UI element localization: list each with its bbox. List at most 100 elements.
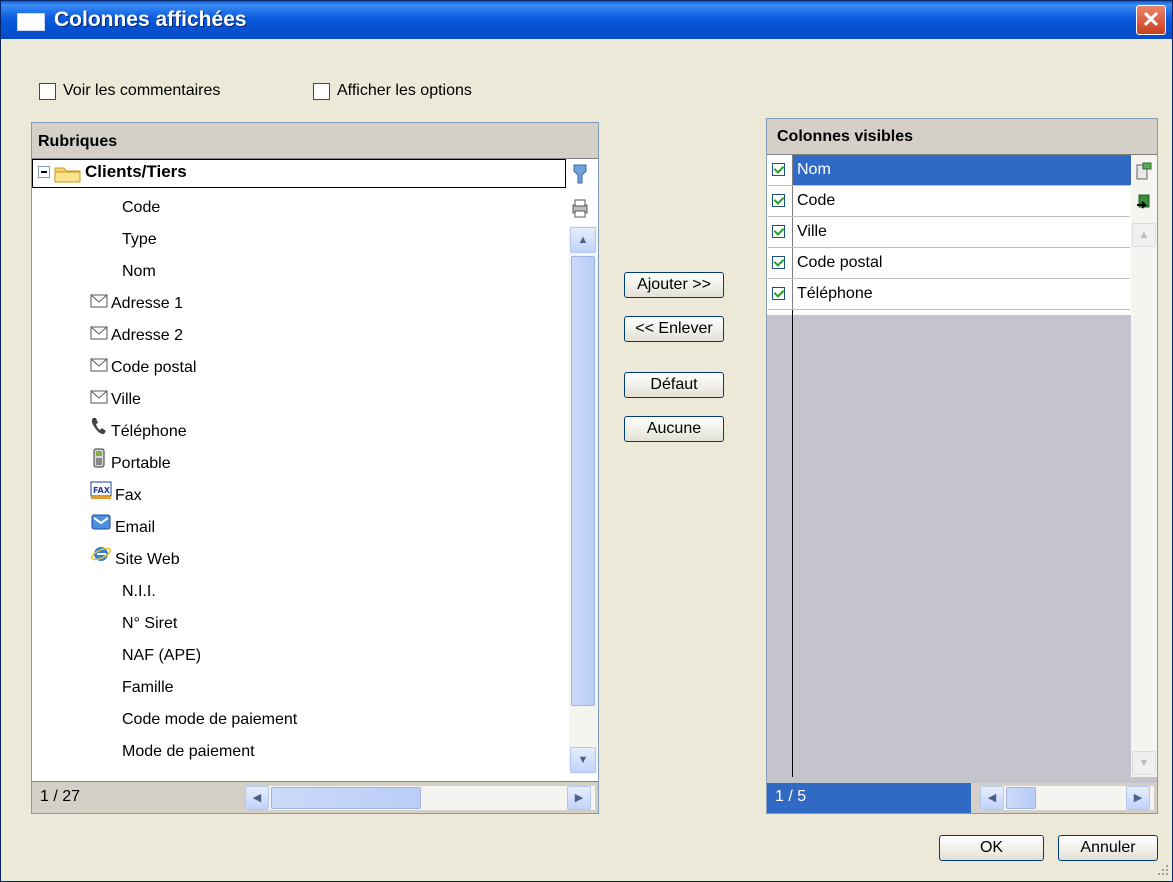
visibles-counter: 1 / 5 <box>775 788 807 805</box>
tree-item-label: Nom <box>122 263 156 280</box>
rubriques-panel: Rubriques Clients/Tiers Code Type Nom Ad… <box>31 122 599 814</box>
tree-item-code-postal[interactable]: Code postal <box>90 352 196 384</box>
tree-item-label: N.I.I. <box>122 583 156 600</box>
visible-label: Ville <box>792 217 827 247</box>
visible-row-telephone[interactable]: Téléphone <box>768 279 1130 310</box>
visibles-footer: 1 / 5 ◀ ▶ <box>767 783 1157 813</box>
collapse-icon[interactable] <box>38 166 50 178</box>
visible-label: Téléphone <box>792 279 873 309</box>
svg-text:FAX: FAX <box>93 486 111 495</box>
envelope-icon <box>90 352 108 384</box>
envelope-icon <box>90 288 108 320</box>
tree-item-label: Type <box>122 231 157 248</box>
rubriques-horizontal-scrollbar[interactable]: ◀ ▶ <box>245 786 595 810</box>
visible-label: Nom <box>792 155 1131 185</box>
visibles-horizontal-scrollbar[interactable]: ◀ ▶ <box>980 786 1154 810</box>
tree-root-row[interactable]: Clients/Tiers <box>32 159 566 188</box>
dialog-window: Colonnes affichées ✕ Voir les commentair… <box>0 0 1173 882</box>
visible-checkbox[interactable] <box>772 225 785 238</box>
tree-item-code[interactable]: Code <box>122 192 160 224</box>
scroll-thumb[interactable] <box>571 256 595 706</box>
folder-icon <box>54 165 82 188</box>
scroll-up-button-disabled: ▲ <box>1132 223 1156 247</box>
tree-item-email[interactable]: Email <box>90 512 155 544</box>
aucune-button[interactable]: Aucune <box>624 416 724 442</box>
colonnes-visibles-header: Colonnes visibles <box>767 119 1157 155</box>
voir-commentaires-checkbox[interactable] <box>39 83 56 100</box>
scroll-right-button[interactable]: ▶ <box>567 786 591 810</box>
tree-item-label: NAF (APE) <box>122 647 202 664</box>
tree-item-portable[interactable]: Portable <box>90 448 171 480</box>
visible-row-nom[interactable]: Nom <box>768 155 1131 186</box>
afficher-options-label[interactable]: Afficher les options <box>337 82 472 100</box>
import-icon[interactable] <box>1135 193 1153 218</box>
fax-icon: FAX <box>90 480 112 512</box>
visibles-side-toolbar: ▲ ▼ <box>1131 155 1157 777</box>
tree-item-adresse-2[interactable]: Adresse 2 <box>90 320 183 352</box>
visible-row-code[interactable]: Code <box>768 186 1130 217</box>
tree-item-label: Portable <box>111 455 171 473</box>
colonnes-visibles-panel: Colonnes visibles Nom Code Ville Code po… <box>766 118 1158 814</box>
visible-row-ville[interactable]: Ville <box>768 217 1130 248</box>
visible-checkbox[interactable] <box>772 287 785 300</box>
mobile-icon <box>90 448 108 480</box>
tree-item-telephone[interactable]: Téléphone <box>90 416 187 448</box>
export-icon[interactable] <box>1135 161 1153 186</box>
ok-button[interactable]: OK <box>939 835 1044 861</box>
defaut-button[interactable]: Défaut <box>624 372 724 398</box>
rubriques-counter: 1 / 27 <box>40 788 81 805</box>
envelope-icon <box>90 320 108 352</box>
tree-item-adresse-1[interactable]: Adresse 1 <box>90 288 183 320</box>
voir-commentaires-label[interactable]: Voir les commentaires <box>63 82 220 100</box>
annuler-button[interactable]: Annuler <box>1058 835 1158 861</box>
tree-item-label: Code <box>122 199 161 216</box>
rubriques-header: Rubriques <box>32 123 598 159</box>
visible-checkbox[interactable] <box>772 194 785 207</box>
tree-item-code-mode-paiement[interactable]: Code mode de paiement <box>122 704 297 736</box>
tree-item-label: Code postal <box>111 359 197 377</box>
enlever-button[interactable]: << Enlever <box>624 316 724 342</box>
tree-item-label: Adresse 1 <box>111 295 184 313</box>
tree-item-nom[interactable]: Nom <box>122 256 156 288</box>
tree-item-label: N° Siret <box>122 615 178 632</box>
tree-item-siret[interactable]: N° Siret <box>122 608 177 640</box>
search-tool-icon[interactable] <box>570 163 590 192</box>
h-scroll-thumb[interactable] <box>1006 787 1036 809</box>
tree-item-label: Site Web <box>115 551 180 569</box>
scroll-up-button[interactable]: ▲ <box>570 227 596 253</box>
visible-row-code-postal[interactable]: Code postal <box>768 248 1130 279</box>
rubriques-footer: 1 / 27 ◀ ▶ <box>32 781 598 813</box>
ajouter-button[interactable]: Ajouter >> <box>624 272 724 298</box>
h-scroll-thumb[interactable] <box>271 787 421 809</box>
tree-item-nii[interactable]: N.I.I. <box>122 576 156 608</box>
scroll-down-button[interactable]: ▼ <box>570 747 596 773</box>
counter-highlight: 1 / 5 <box>767 783 971 813</box>
print-tool-icon[interactable] <box>570 197 590 224</box>
ie-icon <box>90 544 112 576</box>
close-button[interactable]: ✕ <box>1136 5 1166 35</box>
tree-item-type[interactable]: Type <box>122 224 157 256</box>
tree-item-label: Famille <box>122 679 174 696</box>
tree-item-famille[interactable]: Famille <box>122 672 174 704</box>
visible-checkbox[interactable] <box>772 256 785 269</box>
tree-item-naf[interactable]: NAF (APE) <box>122 640 201 672</box>
afficher-options-checkbox[interactable] <box>313 83 330 100</box>
tree-item-label: Code mode de paiement <box>122 711 298 728</box>
title-bar[interactable]: Colonnes affichées ✕ <box>1 1 1172 39</box>
tree-item-ville[interactable]: Ville <box>90 384 141 416</box>
visible-checkbox[interactable] <box>772 163 785 176</box>
tree-item-label: Email <box>115 519 156 537</box>
tree-item-fax[interactable]: FAX Fax <box>90 480 142 512</box>
rubriques-vertical-scrollbar[interactable]: ▲ ▼ <box>569 226 598 774</box>
scroll-right-button[interactable]: ▶ <box>1126 786 1150 810</box>
scroll-left-button[interactable]: ◀ <box>980 786 1004 810</box>
window-title: Colonnes affichées <box>54 8 247 31</box>
tree-item-mode-paiement[interactable]: Mode de paiement <box>122 736 255 768</box>
scroll-left-button[interactable]: ◀ <box>245 786 269 810</box>
phone-icon <box>90 416 108 448</box>
resize-grip[interactable] <box>1156 863 1170 877</box>
column-divider <box>792 310 793 777</box>
tree-item-site-web[interactable]: Site Web <box>90 544 180 576</box>
tree-item-label: Ville <box>111 391 141 409</box>
tree-item-label: Adresse 2 <box>111 327 184 345</box>
